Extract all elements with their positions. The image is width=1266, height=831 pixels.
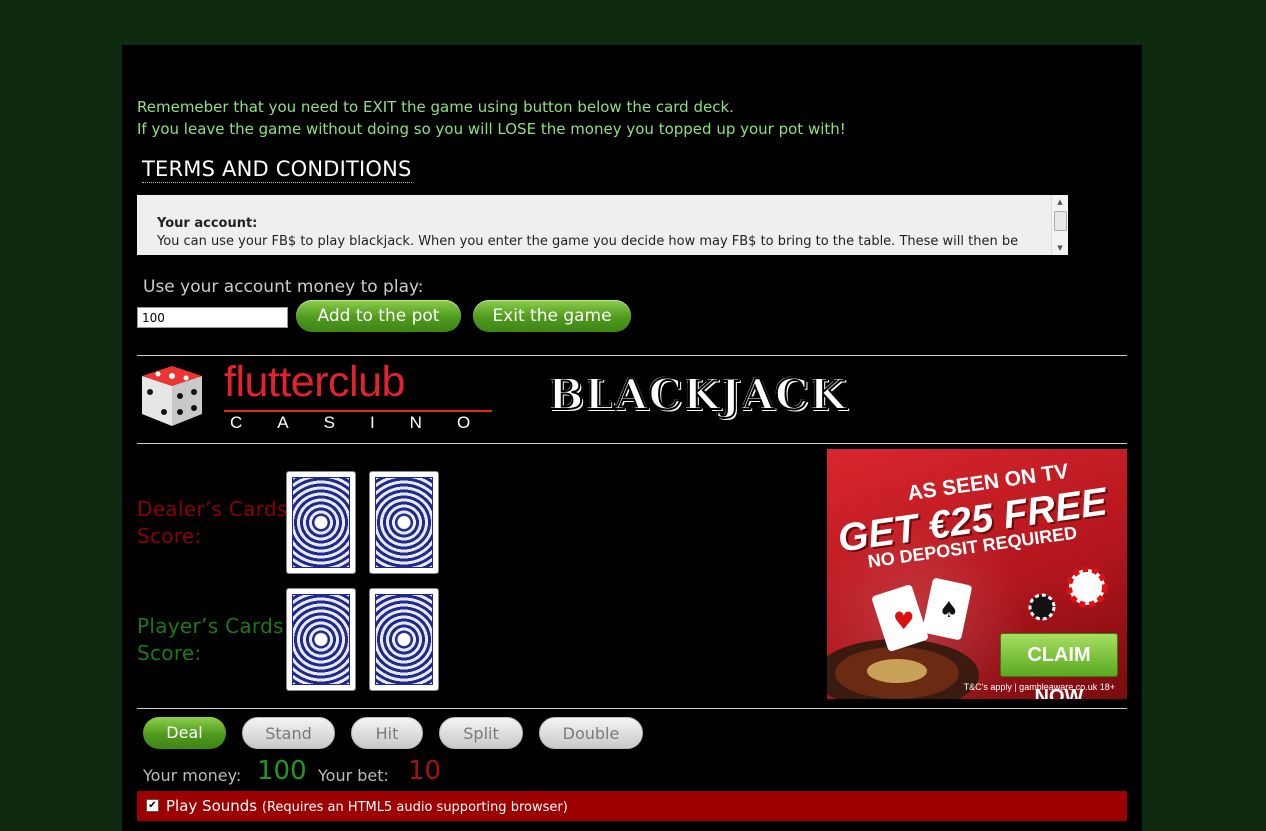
scroll-up-arrow-icon[interactable]: ▲ <box>1054 197 1066 207</box>
blackjack-title-text: BLACKJACK <box>547 369 847 420</box>
scroll-thumb[interactable] <box>1054 211 1067 231</box>
flutterclub-casino-logo: flutterclub CASINO <box>140 358 500 434</box>
card-back-pattern <box>292 477 350 568</box>
dealer-label: Dealer’s Cards <box>137 497 288 521</box>
divider <box>137 355 1127 356</box>
play-sounds-label[interactable]: Play Sounds (Requires an HTML5 audio sup… <box>166 797 568 815</box>
svg-text:♠: ♠ <box>939 598 959 623</box>
terms-scrollbar[interactable]: ▲ ▼ <box>1051 195 1068 255</box>
money-value: 100 <box>257 756 307 786</box>
card-back-pattern <box>375 594 433 685</box>
dealer-score-label: Score: <box>137 524 202 548</box>
split-button[interactable]: Split <box>439 717 523 749</box>
player-cards-label: Player’s Cards Score: <box>137 613 284 667</box>
add-to-pot-button[interactable]: Add to the pot <box>296 300 461 332</box>
logo-casino-text: CASINO <box>230 413 506 432</box>
card-back-pattern <box>375 477 433 568</box>
divider <box>137 708 1127 709</box>
terms-heading: TERMS AND CONDITIONS <box>142 157 412 183</box>
player-label: Player’s Cards <box>137 614 284 638</box>
play-sounds-checkbox[interactable]: ✔ <box>146 799 159 812</box>
player-card-1 <box>286 588 356 691</box>
svg-text:♥: ♥ <box>893 607 915 635</box>
money-label: Your money: <box>143 766 242 785</box>
play-sounds-note: (Requires an HTML5 audio supporting brow… <box>261 800 568 815</box>
pot-label: Use your account money to play: <box>143 277 424 297</box>
exit-warning-line-1: Rememeber that you need to EXIT the game… <box>137 98 734 116</box>
terms-section-title: Your account: <box>157 216 258 231</box>
player-card-2 <box>369 588 439 691</box>
terms-scrollbox[interactable]: Your account: You can use your FB$ to pl… <box>137 195 1068 255</box>
pot-amount-input[interactable] <box>137 307 288 328</box>
exit-game-button[interactable]: Exit the game <box>473 300 631 332</box>
blackjack-title: BLACKJACK <box>547 369 847 420</box>
hit-button[interactable]: Hit <box>351 717 423 749</box>
scroll-down-arrow-icon[interactable]: ▼ <box>1054 243 1066 253</box>
deal-button[interactable]: Deal <box>143 717 226 749</box>
double-button[interactable]: Double <box>539 717 643 749</box>
exit-warning-line-2: If you leave the game without doing so y… <box>137 120 846 138</box>
play-sounds-text: Play Sounds <box>166 797 258 815</box>
stand-button[interactable]: Stand <box>242 717 335 749</box>
bet-value: 10 <box>408 756 442 786</box>
terms-section-text: You can use your FB$ to play blackjack. … <box>157 234 1019 249</box>
dealer-cards-label: Dealer’s Cards Score: <box>137 496 288 550</box>
claim-now-button[interactable]: CLAIM NOW <box>1000 633 1118 699</box>
player-score-label: Score: <box>137 641 202 665</box>
card-back-pattern <box>292 594 350 685</box>
divider <box>137 443 1127 444</box>
dealer-card-2 <box>369 471 439 574</box>
logo-wordmark: flutterclub <box>224 358 405 406</box>
promo-banner[interactable]: AS SEEN ON TV GET €25 FREE NO DEPOSIT RE… <box>827 449 1127 699</box>
bet-label: Your bet: <box>318 766 389 785</box>
logo-underline <box>224 410 492 412</box>
dealer-card-1 <box>286 471 356 574</box>
sound-option-bar: ✔ Play Sounds (Requires an HTML5 audio s… <box>137 791 1127 821</box>
promo-footer: T&C's apply | gambleaware.co.uk 18+ <box>963 682 1115 692</box>
